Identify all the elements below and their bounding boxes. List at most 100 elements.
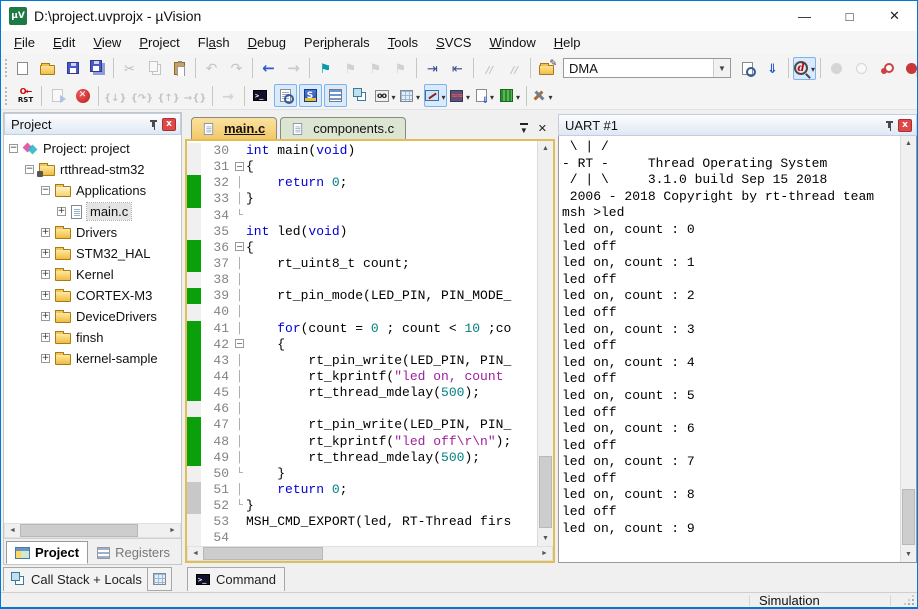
fold-collapse-icon[interactable]: − [235,162,244,171]
dropdown-arrow-icon[interactable] [808,59,815,77]
menu-item-edit[interactable]: Edit [44,33,84,52]
run-to-cursor-button[interactable] [183,84,208,107]
code-line-48[interactable]: 48│ rt_kprintf("led off\r\n"); [187,434,537,450]
command-window-button[interactable] [249,84,272,107]
indent-left-button[interactable] [446,57,469,80]
step-into-button[interactable] [103,84,128,107]
step-over-button[interactable] [130,84,155,107]
indent-right-button[interactable] [421,57,444,80]
toolbar-grip[interactable] [5,59,7,77]
undo-button[interactable] [200,57,223,80]
minimize-button[interactable]: — [782,1,827,31]
call-stack-window-button[interactable] [349,84,372,107]
code-line-41[interactable]: 41│ for(count = 0 ; count < 10 ;co [187,321,537,337]
dropdown-arrow-icon[interactable] [439,87,446,105]
expander-minus-icon[interactable]: − [25,165,34,174]
copy-button[interactable] [143,57,166,80]
close-button[interactable]: ✕ [872,1,917,31]
scroll-left-icon[interactable]: ◄ [188,547,203,560]
resize-grip[interactable] [906,597,914,605]
watch-windows-button[interactable] [374,84,397,107]
breakpoint-disable-all-button[interactable] [875,57,898,80]
expander-plus-icon[interactable]: + [41,333,50,342]
code-line-36[interactable]: 36−{ [187,240,537,256]
code-line-31[interactable]: 31−{ [187,159,537,175]
menu-item-tools[interactable]: Tools [379,33,427,52]
tree-item-applications[interactable]: −Applications [4,180,181,201]
call-stack-tab[interactable]: Call Stack + Locals [3,567,151,591]
close-panel-button[interactable]: x [162,118,176,131]
uncomment-button[interactable] [503,57,526,80]
expander-plus-icon[interactable]: + [41,270,50,279]
uart-vscrollbar[interactable]: ▲ ▼ [900,136,916,562]
configure-target-button[interactable] [535,57,558,80]
dropdown-arrow-icon[interactable] [513,87,520,105]
code-line-32[interactable]: 32│ return 0; [187,175,537,191]
symbol-window-button[interactable] [299,84,322,107]
code-line-42[interactable]: 42− { [187,337,537,353]
uart-output[interactable]: \ | /- RT - Thread Operating System / | … [559,136,900,562]
tree-item-project-project[interactable]: −Project: project [4,138,181,159]
menu-item-project[interactable]: Project [130,33,188,52]
project-hscrollbar[interactable]: ◄ ► [4,523,181,538]
scrollbar-thumb[interactable] [203,547,323,560]
menu-item-peripherals[interactable]: Peripherals [295,33,379,52]
code-line-49[interactable]: 49│ rt_thread_mdelay(500); [187,450,537,466]
breakpoint-enable-button[interactable] [850,57,873,80]
code-line-40[interactable]: 40│ [187,304,537,320]
tab-overflow-icon[interactable]: ▼ [520,123,528,135]
expander-plus-icon[interactable]: + [41,354,50,363]
editor-tab-main-c[interactable]: main.c [191,117,277,139]
editor-hscrollbar[interactable]: ◄ ► [187,546,553,561]
code-line-45[interactable]: 45│ rt_thread_mdelay(500); [187,385,537,401]
incremental-find-button[interactable] [761,57,784,80]
stop-button[interactable] [71,84,94,107]
tree-item-kernel[interactable]: +Kernel [4,264,181,285]
scrollbar-thumb[interactable] [902,489,915,545]
scrollbar-thumb[interactable] [539,456,552,528]
scroll-left-icon[interactable]: ◄ [5,524,20,537]
toolbox-button[interactable] [531,84,554,107]
editor-tab-components-c[interactable]: components.c [280,117,406,139]
tree-item-rtthread-stm32[interactable]: −rtthread-stm32 [4,159,181,180]
scroll-up-icon[interactable]: ▲ [538,141,553,156]
editor-vscrollbar[interactable]: ▲ ▼ [537,141,553,546]
menu-item-file[interactable]: File [5,33,44,52]
code-line-50[interactable]: 50└ } [187,466,537,482]
save-all-button[interactable] [86,57,109,80]
code-line-52[interactable]: 52└} [187,498,537,514]
command-tab[interactable]: Command [187,567,285,591]
code-line-43[interactable]: 43│ rt_pin_write(LED_PIN, PIN_ [187,353,537,369]
code-line-37[interactable]: 37│ rt_uint8_t count; [187,256,537,272]
pin-icon[interactable] [149,119,158,130]
serial-windows-button[interactable] [424,84,447,107]
menu-item-window[interactable]: Window [480,33,544,52]
bookmark-toggle-button[interactable] [314,57,337,80]
code-line-30[interactable]: 30int main(void) [187,143,537,159]
navigate-forward-button[interactable] [282,57,305,80]
disassembly-window-button[interactable] [274,84,297,107]
peripherals-button[interactable] [499,84,522,107]
code-line-47[interactable]: 47│ rt_pin_write(LED_PIN, PIN_ [187,417,537,433]
menu-item-flash[interactable]: Flash [189,33,239,52]
code-line-46[interactable]: 46│ [187,401,537,417]
code-line-33[interactable]: 33│} [187,191,537,207]
tree-item-main-c[interactable]: +main.c [4,201,181,222]
code-line-51[interactable]: 51│ return 0; [187,482,537,498]
code-line-35[interactable]: 35int led(void) [187,224,537,240]
dropdown-arrow-icon[interactable] [413,87,420,105]
comment-button[interactable] [478,57,501,80]
bookmark-next-button[interactable] [364,57,387,80]
expander-minus-icon[interactable]: − [9,144,18,153]
scroll-down-icon[interactable]: ▼ [538,531,553,546]
analysis-windows-button[interactable] [449,84,472,107]
show-next-statement-button[interactable] [217,84,240,107]
highlight-word-button[interactable]: d [793,57,816,80]
menu-item-view[interactable]: View [84,33,130,52]
expander-plus-icon[interactable]: + [41,249,50,258]
reset-button[interactable]: RST [14,84,37,107]
tree-item-devicedrivers[interactable]: +DeviceDrivers [4,306,181,327]
scroll-right-icon[interactable]: ► [165,524,180,537]
menu-item-debug[interactable]: Debug [239,33,295,52]
tree-item-kernel-sample[interactable]: +kernel-sample [4,348,181,369]
